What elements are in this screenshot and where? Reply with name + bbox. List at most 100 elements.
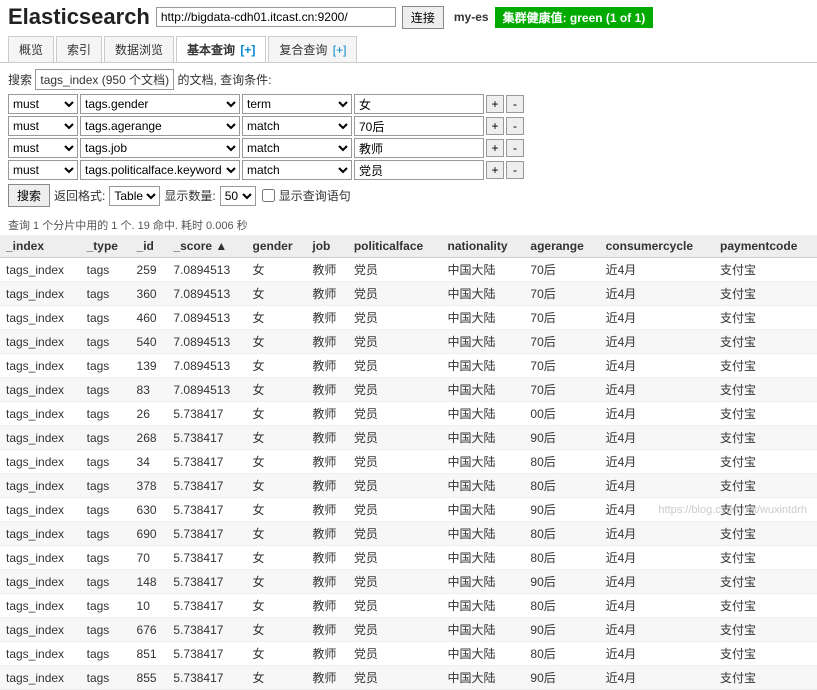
table-cell: 教师: [306, 354, 347, 378]
table-cell: 近4月: [600, 474, 714, 498]
table-cell: tags: [81, 378, 131, 402]
format-select[interactable]: Table: [109, 186, 160, 206]
column-header[interactable]: nationality: [442, 235, 525, 258]
field-select[interactable]: tags.politicalface.keyword: [80, 160, 240, 180]
value-input[interactable]: [354, 160, 484, 180]
tab-概览[interactable]: 概览: [8, 36, 54, 62]
add-criteria-button[interactable]: +: [486, 117, 504, 135]
table-cell: 党员: [348, 522, 442, 546]
table-cell: 女: [247, 522, 307, 546]
table-cell: 女: [247, 450, 307, 474]
add-criteria-button[interactable]: +: [486, 139, 504, 157]
table-row[interactable]: tags_indextags5407.0894513女教师党员中国大陆70后近4…: [0, 330, 817, 354]
remove-criteria-button[interactable]: -: [506, 161, 524, 179]
tab-plus-icon[interactable]: [+]: [237, 43, 255, 57]
match-select[interactable]: match: [242, 116, 352, 136]
table-cell: 女: [247, 642, 307, 666]
table-cell: tags: [81, 474, 131, 498]
table-cell: tags: [81, 594, 131, 618]
table-row[interactable]: tags_indextags3607.0894513女教师党员中国大陆70后近4…: [0, 282, 817, 306]
column-header[interactable]: consumercycle: [600, 235, 714, 258]
table-row[interactable]: tags_indextags705.738417女教师党员中国大陆80后近4月支…: [0, 546, 817, 570]
table-cell: 中国大陆: [442, 426, 525, 450]
table-cell: 中国大陆: [442, 570, 525, 594]
bool-select[interactable]: must: [8, 160, 78, 180]
table-cell: 中国大陆: [442, 522, 525, 546]
value-input[interactable]: [354, 116, 484, 136]
remove-criteria-button[interactable]: -: [506, 95, 524, 113]
table-cell: 中国大陆: [442, 282, 525, 306]
field-select[interactable]: tags.job: [80, 138, 240, 158]
table-cell: 80后: [524, 594, 599, 618]
add-criteria-button[interactable]: +: [486, 95, 504, 113]
value-input[interactable]: [354, 94, 484, 114]
value-input[interactable]: [354, 138, 484, 158]
table-cell: 中国大陆: [442, 354, 525, 378]
bool-select[interactable]: must: [8, 138, 78, 158]
column-header[interactable]: agerange: [524, 235, 599, 258]
table-cell: tags: [81, 426, 131, 450]
size-select[interactable]: 50: [220, 186, 256, 206]
table-cell: 5.738417: [167, 546, 246, 570]
column-header[interactable]: _score ▲: [167, 235, 246, 258]
table-cell: tags: [81, 570, 131, 594]
match-select[interactable]: match: [242, 160, 352, 180]
url-input[interactable]: [156, 7, 396, 27]
tab-数据浏览[interactable]: 数据浏览: [104, 36, 174, 62]
table-row[interactable]: tags_indextags2685.738417女教师党员中国大陆90后近4月…: [0, 426, 817, 450]
table-row[interactable]: tags_indextags837.0894513女教师党员中国大陆70后近4月…: [0, 378, 817, 402]
tab-索引[interactable]: 索引: [56, 36, 102, 62]
table-cell: 近4月: [600, 402, 714, 426]
index-selector[interactable]: tags_index (950 个文档): [35, 69, 174, 90]
table-cell: 中国大陆: [442, 450, 525, 474]
table-cell: 90后: [524, 498, 599, 522]
column-header[interactable]: paymentcode: [714, 235, 817, 258]
tab-plus-icon[interactable]: [+]: [329, 43, 346, 57]
table-row[interactable]: tags_indextags8555.738417女教师党员中国大陆90后近4月…: [0, 666, 817, 690]
tab-复合查询[interactable]: 复合查询 [+]: [268, 36, 357, 62]
table-row[interactable]: tags_indextags265.738417女教师党员中国大陆00后近4月支…: [0, 402, 817, 426]
table-cell: tags_index: [0, 450, 81, 474]
table-cell: 259: [131, 258, 168, 282]
table-cell: tags: [81, 330, 131, 354]
table-cell: 近4月: [600, 282, 714, 306]
table-row[interactable]: tags_indextags4607.0894513女教师党员中国大陆70后近4…: [0, 306, 817, 330]
column-header[interactable]: _id: [131, 235, 168, 258]
table-cell: 中国大陆: [442, 306, 525, 330]
table-row[interactable]: tags_indextags3785.738417女教师党员中国大陆80后近4月…: [0, 474, 817, 498]
field-select[interactable]: tags.agerange: [80, 116, 240, 136]
table-row[interactable]: tags_indextags105.738417女教师党员中国大陆80后近4月支…: [0, 594, 817, 618]
column-header[interactable]: politicalface: [348, 235, 442, 258]
column-header[interactable]: _type: [81, 235, 131, 258]
table-cell: 90后: [524, 570, 599, 594]
table-cell: 中国大陆: [442, 378, 525, 402]
table-cell: 中国大陆: [442, 642, 525, 666]
table-row[interactable]: tags_indextags1485.738417女教师党员中国大陆90后近4月…: [0, 570, 817, 594]
bool-select[interactable]: must: [8, 116, 78, 136]
search-button[interactable]: 搜索: [8, 184, 50, 207]
table-row[interactable]: tags_indextags345.738417女教师党员中国大陆80后近4月支…: [0, 450, 817, 474]
connect-button[interactable]: 连接: [402, 6, 444, 29]
field-select[interactable]: tags.gender: [80, 94, 240, 114]
table-cell: 851: [131, 642, 168, 666]
remove-criteria-button[interactable]: -: [506, 139, 524, 157]
table-row[interactable]: tags_indextags6305.738417女教师党员中国大陆90后近4月…: [0, 498, 817, 522]
table-row[interactable]: tags_indextags8515.738417女教师党员中国大陆80后近4月…: [0, 642, 817, 666]
show-query-checkbox[interactable]: [262, 189, 275, 202]
tab-基本查询[interactable]: 基本查询 [+]: [176, 36, 266, 62]
table-row[interactable]: tags_indextags1397.0894513女教师党员中国大陆70后近4…: [0, 354, 817, 378]
column-header[interactable]: job: [306, 235, 347, 258]
bool-select[interactable]: must: [8, 94, 78, 114]
column-header[interactable]: _index: [0, 235, 81, 258]
table-cell: 女: [247, 666, 307, 690]
column-header[interactable]: gender: [247, 235, 307, 258]
match-select[interactable]: term: [242, 94, 352, 114]
table-row[interactable]: tags_indextags6905.738417女教师党员中国大陆80后近4月…: [0, 522, 817, 546]
add-criteria-button[interactable]: +: [486, 161, 504, 179]
match-select[interactable]: match: [242, 138, 352, 158]
table-cell: tags: [81, 618, 131, 642]
show-query-label: 显示查询语句: [279, 187, 351, 204]
table-row[interactable]: tags_indextags6765.738417女教师党员中国大陆90后近4月…: [0, 618, 817, 642]
table-row[interactable]: tags_indextags2597.0894513女教师党员中国大陆70后近4…: [0, 258, 817, 282]
remove-criteria-button[interactable]: -: [506, 117, 524, 135]
